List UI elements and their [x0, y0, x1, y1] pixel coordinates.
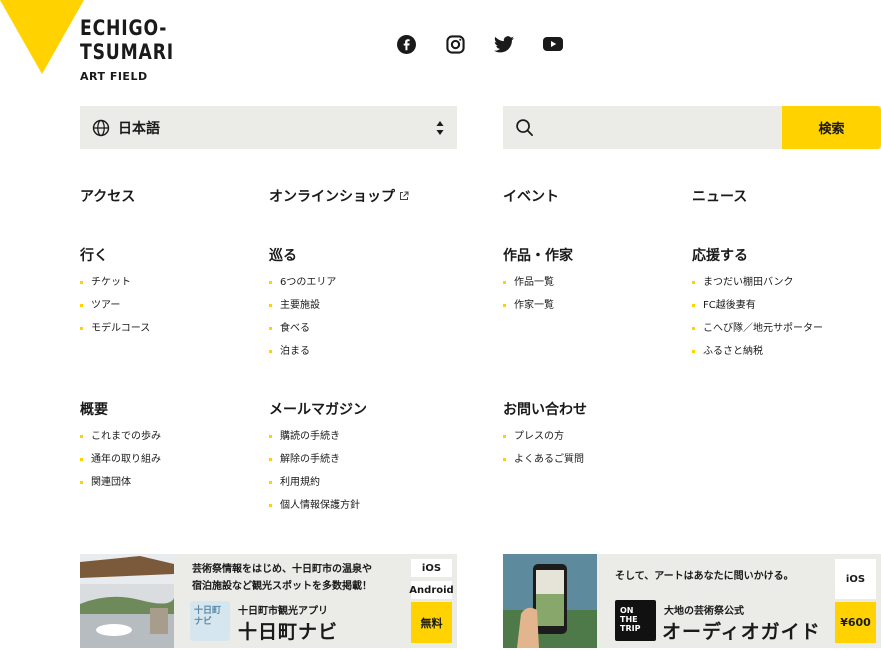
search-input[interactable] — [543, 106, 779, 149]
section-ouen: 応援する まつだい棚田バンク FC越後妻有 こへび隊／地元サポーター ふるさと納… — [692, 245, 823, 368]
language-selected-value: 日本語 — [118, 120, 160, 137]
language-select[interactable]: 日本語 — [80, 106, 457, 149]
instagram-icon[interactable] — [445, 34, 465, 54]
section-meguru: 巡る 6つのエリア 主要施設 食べる 泊まる — [269, 245, 336, 368]
search-icon — [516, 119, 533, 136]
facebook-icon[interactable] — [396, 34, 416, 54]
banner-guide-description: そして、アートはあなたに問いかける。 — [615, 571, 794, 582]
section-title: 概要 — [80, 402, 108, 418]
nav-link[interactable]: 作品一覧 — [503, 276, 573, 299]
youtube-icon[interactable] — [543, 34, 563, 54]
section-mail: メールマガジン 購読の手続き 解除の手続き 利用規約 個人情報保護方針 — [269, 399, 367, 522]
nav-link[interactable]: 主要施設 — [269, 299, 336, 322]
banner-navi-title: 十日町ナビ — [238, 621, 339, 643]
nav-link[interactable]: 関連団体 — [80, 476, 161, 499]
badge-ios: iOS — [411, 559, 452, 577]
tokamachi-navi-app-icon-label: 十日町ナビ — [194, 606, 222, 627]
nav-access-label: アクセス — [80, 189, 136, 205]
nav-access[interactable]: アクセス — [80, 186, 135, 206]
banner-navi-subtitle: 十日町市観光アプリ — [238, 606, 328, 617]
section-title: お問い合わせ — [503, 402, 587, 418]
banner-photo-onsen — [80, 554, 174, 648]
tokamachi-navi-app-icon: 十日町ナビ — [190, 601, 230, 641]
nav-events[interactable]: イベント — [503, 186, 559, 206]
section-gaiyou: 概要 これまでの歩み 通年の取り組み 関連団体 — [80, 399, 161, 499]
banner-tokamachi-navi[interactable]: 芸術祭情報をはじめ、十日町市の温泉や 宿泊施設など観光スポットを多数掲載！ 十日… — [80, 554, 457, 648]
external-link-icon — [400, 191, 409, 200]
nav-link[interactable]: モデルコース — [80, 322, 150, 345]
globe-icon — [92, 119, 110, 136]
on-the-trip-logo: ON THE TRIP — [615, 600, 656, 641]
badge-android: Android — [409, 581, 454, 599]
section-iku: 行く チケット ツアー モデルコース — [80, 245, 150, 345]
section-contact: お問い合わせ プレスの方 よくあるご質問 — [503, 399, 587, 476]
banner-navi-desc-line2: 宿泊施設など観光スポットを多数掲載！ — [192, 581, 372, 592]
nav-events-label: イベント — [503, 189, 559, 205]
nav-news[interactable]: ニュース — [692, 186, 747, 206]
banner-guide-subtitle: 大地の芸術祭公式 — [664, 606, 744, 617]
nav-link[interactable]: チケット — [80, 276, 150, 299]
section-title: 応援する — [692, 248, 748, 264]
nav-link[interactable]: 通年の取り組み — [80, 453, 161, 476]
nav-online-shop[interactable]: オンラインショップ — [269, 186, 409, 206]
banner-navi-description: 芸術祭情報をはじめ、十日町市の温泉や 宿泊施設など観光スポットを多数掲載！ — [192, 561, 372, 595]
section-title: 作品・作家 — [503, 248, 573, 264]
nav-link[interactable]: プレスの方 — [503, 430, 587, 453]
nav-link[interactable]: 食べる — [269, 322, 336, 345]
logo-line-1: ECHIGO- — [80, 16, 168, 40]
nav-news-label: ニュース — [692, 189, 748, 205]
logo-triangle — [0, 0, 84, 74]
nav-link[interactable]: まつだい棚田バンク — [692, 276, 823, 299]
badge-ios: iOS — [835, 559, 876, 599]
nav-link[interactable]: よくあるご質問 — [503, 453, 587, 476]
badge-price: ¥600 — [835, 602, 876, 643]
nav-link[interactable]: 作家一覧 — [503, 299, 573, 322]
search-button[interactable]: 検索 — [782, 106, 881, 149]
section-sakuhin: 作品・作家 作品一覧 作家一覧 — [503, 245, 573, 322]
nav-link[interactable]: 解除の手続き — [269, 453, 367, 476]
nav-link[interactable]: 6つのエリア — [269, 276, 336, 299]
section-title: 行く — [80, 248, 108, 264]
section-title: 巡る — [269, 248, 297, 264]
nav-link[interactable]: 利用規約 — [269, 476, 367, 499]
logo-line-3: ART FIELD — [80, 70, 148, 83]
nav-link[interactable]: ツアー — [80, 299, 150, 322]
section-title: メールマガジン — [269, 402, 367, 418]
nav-link[interactable]: 個人情報保護方針 — [269, 499, 367, 522]
social-links — [396, 34, 563, 54]
search-bar: 検索 — [503, 106, 881, 149]
banner-photo-phone — [503, 554, 597, 648]
nav-link[interactable]: 購読の手続き — [269, 430, 367, 453]
logo-line-2: TSUMARI — [80, 40, 175, 64]
on-the-trip-logo-label: ON THE TRIP — [620, 606, 641, 633]
banner-guide-title: オーディオガイド — [662, 621, 821, 643]
logo-wordmark: ECHIGO- TSUMARI ART FIELD — [80, 16, 195, 83]
nav-link[interactable]: FC越後妻有 — [692, 299, 823, 322]
nav-link[interactable]: これまでの歩み — [80, 430, 161, 453]
nav-online-shop-label: オンラインショップ — [269, 189, 395, 205]
banner-navi-desc-line1: 芸術祭情報をはじめ、十日町市の温泉や — [192, 564, 372, 575]
nav-link[interactable]: ふるさと納税 — [692, 345, 823, 368]
banner-audio-guide[interactable]: そして、アートはあなたに問いかける。 ON THE TRIP 大地の芸術祭公式 … — [503, 554, 881, 648]
nav-link[interactable]: こへび隊／地元サポーター — [692, 322, 823, 345]
badge-price-free: 無料 — [411, 602, 452, 643]
select-arrows-icon — [436, 121, 444, 135]
twitter-icon[interactable] — [494, 34, 514, 54]
nav-link[interactable]: 泊まる — [269, 345, 336, 368]
